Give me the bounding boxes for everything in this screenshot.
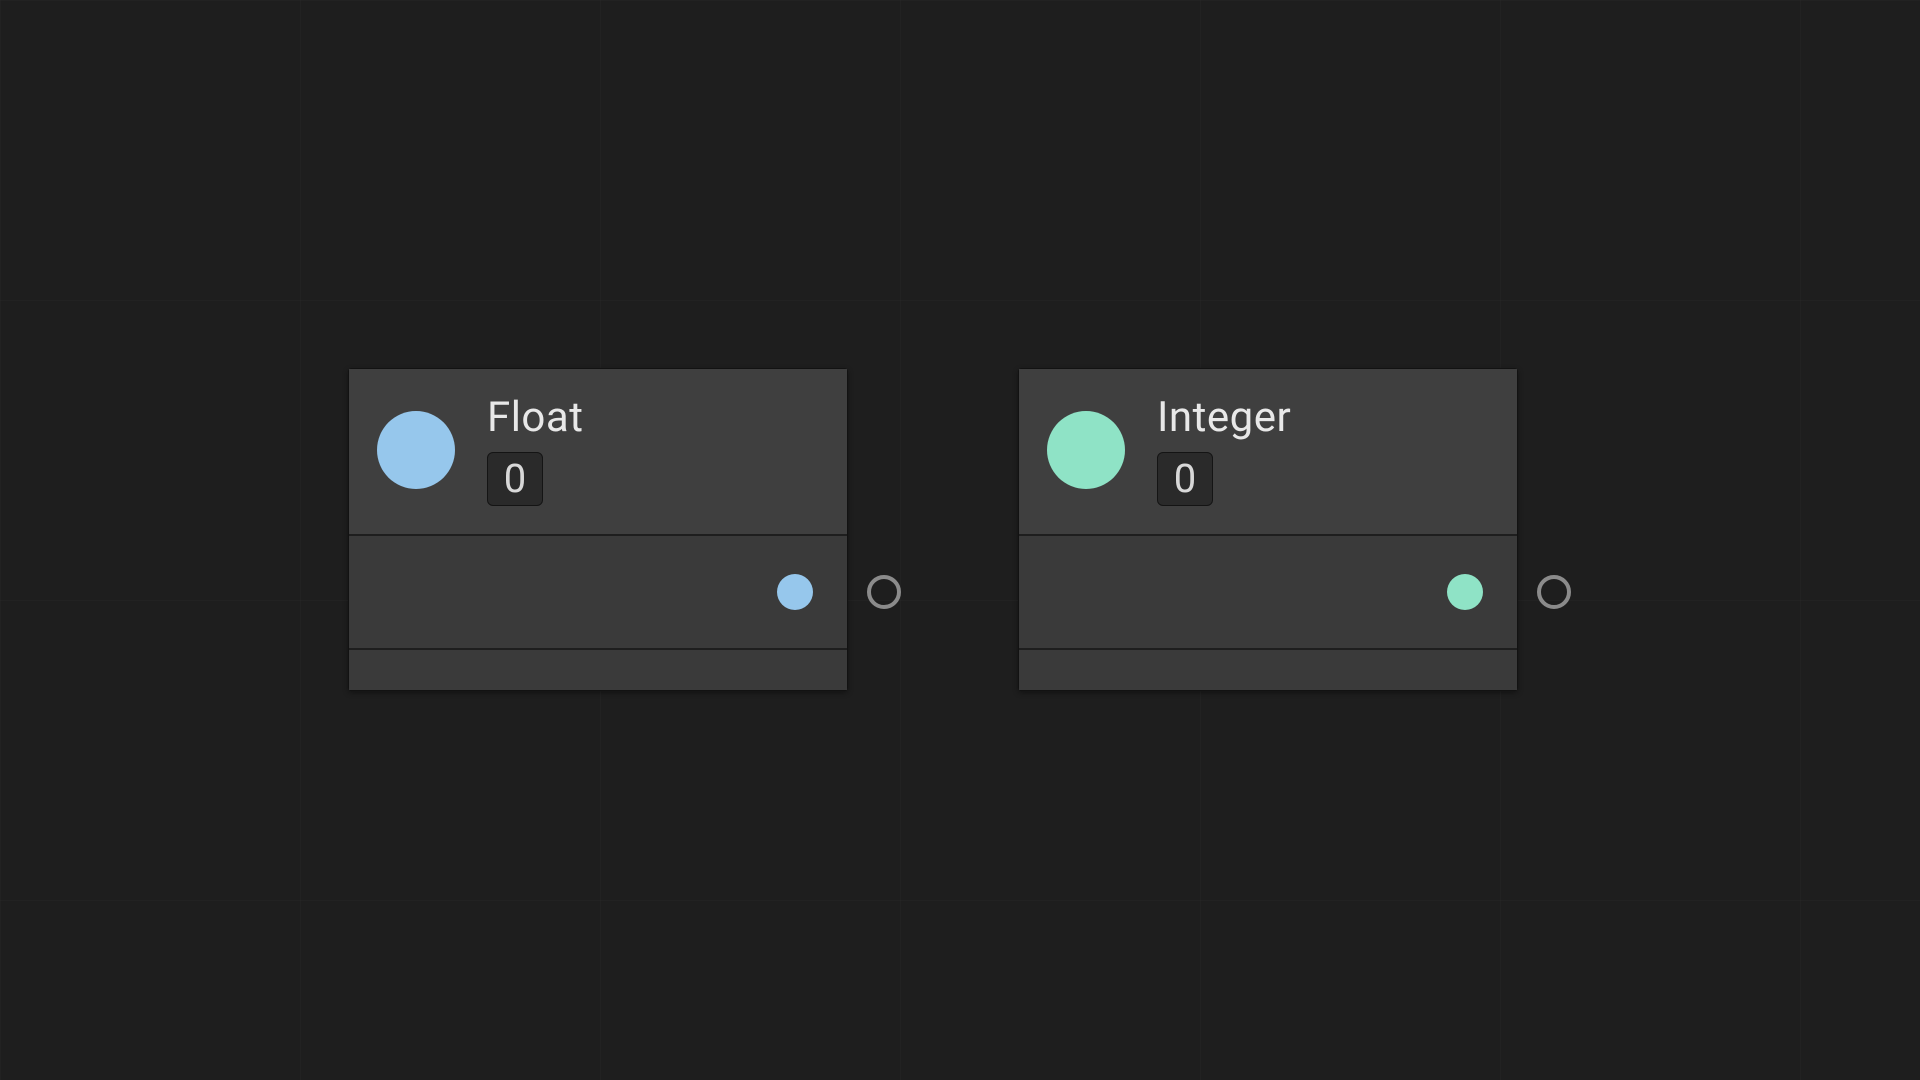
output-port[interactable] <box>1537 575 1571 609</box>
node-header[interactable]: Float 0 <box>349 369 847 536</box>
float-value-input[interactable]: 0 <box>487 452 543 506</box>
node-footer <box>1019 650 1517 690</box>
integer-value-input[interactable]: 0 <box>1157 452 1213 506</box>
integer-type-icon <box>1447 574 1483 610</box>
output-port[interactable] <box>867 575 901 609</box>
node-title: Integer <box>1157 393 1291 442</box>
node-float[interactable]: Float 0 <box>348 368 848 691</box>
output-row <box>349 536 847 650</box>
float-type-icon <box>777 574 813 610</box>
canvas-grid[interactable] <box>0 0 1920 1080</box>
node-title: Float <box>487 393 583 442</box>
node-integer[interactable]: Integer 0 <box>1018 368 1518 691</box>
integer-type-icon <box>1047 411 1125 489</box>
node-footer <box>349 650 847 690</box>
output-row <box>1019 536 1517 650</box>
float-type-icon <box>377 411 455 489</box>
node-header[interactable]: Integer 0 <box>1019 369 1517 536</box>
